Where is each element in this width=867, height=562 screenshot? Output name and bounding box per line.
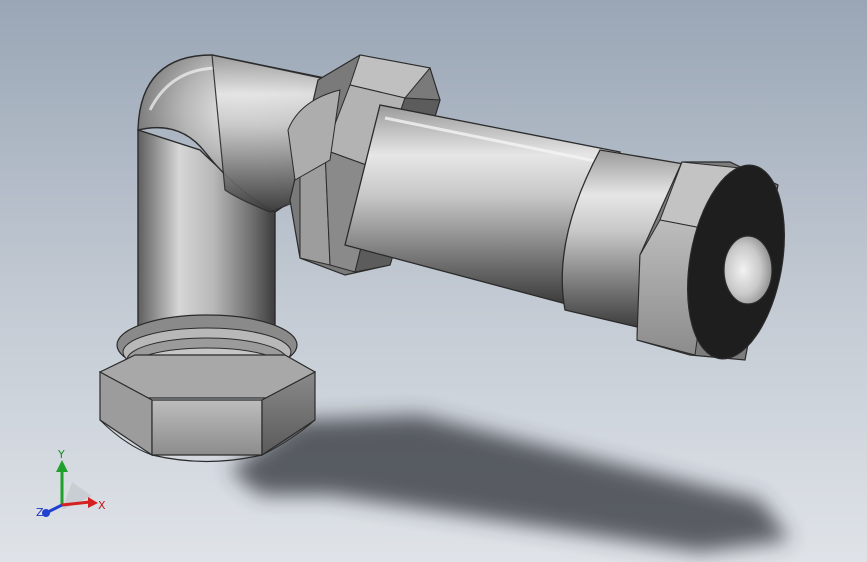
model-shadow [230,415,790,552]
graphics-viewport[interactable]: Y X Z [0,0,867,562]
x-axis-label: X [98,499,106,512]
z-axis-arrow [47,503,63,514]
y-axis-label: Y [57,448,65,461]
x-axis-arrowhead [88,497,98,508]
bottom-hex-nut[interactable] [98,314,317,463]
y-axis-arrowhead [56,460,68,472]
3d-model-canvas[interactable]: Y X Z [0,0,867,562]
z-axis-label: Z [36,506,44,519]
bore-hole [723,235,773,305]
view-orientation-triad[interactable]: Y X Z [36,448,106,519]
